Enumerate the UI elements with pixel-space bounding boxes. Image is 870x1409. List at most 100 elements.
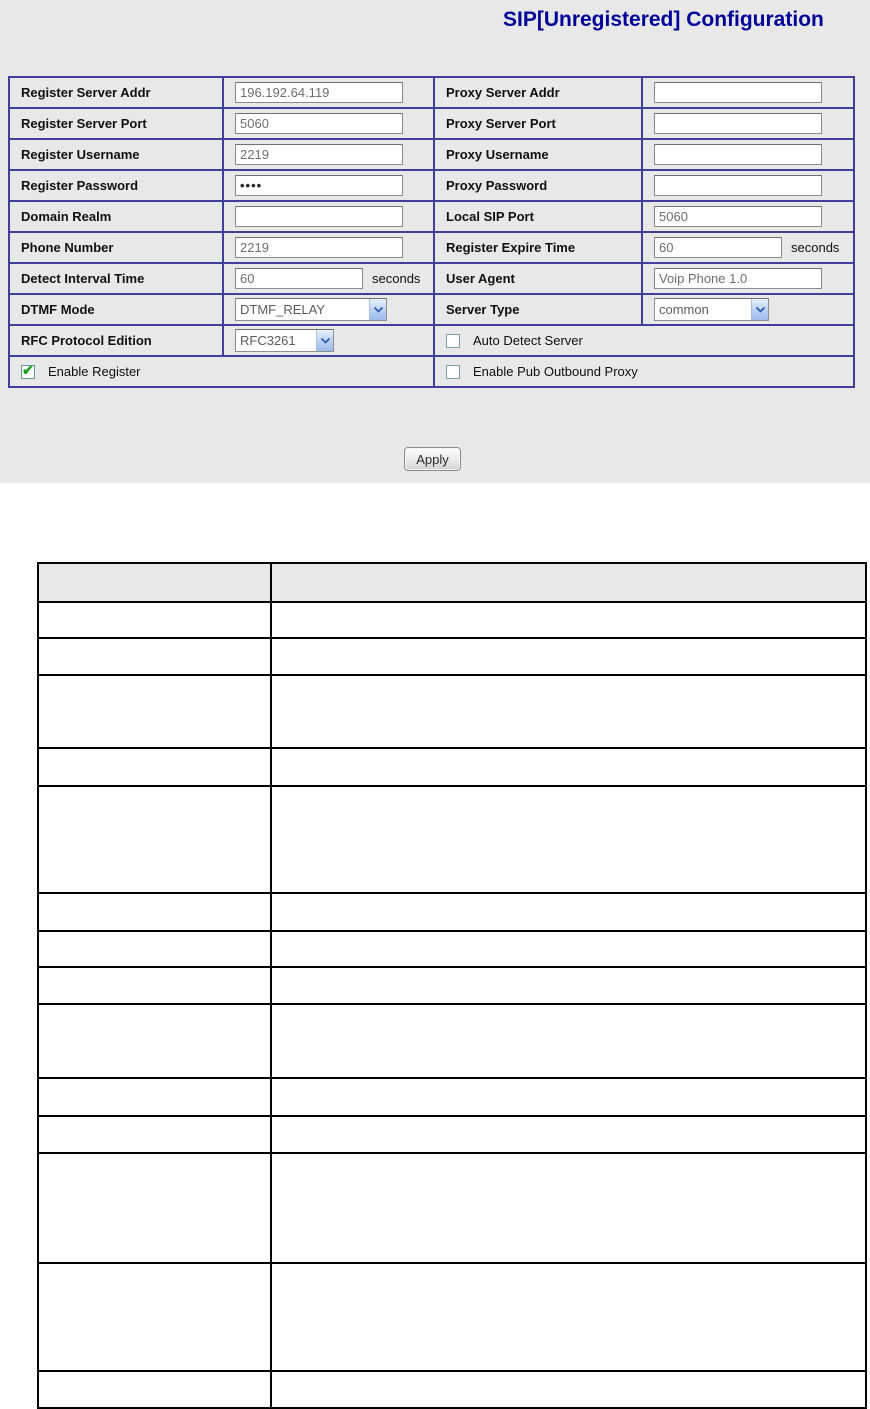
dtmf-mode-selected-value: DTMF_RELAY <box>240 302 325 317</box>
doc-table-row <box>37 1003 867 1079</box>
doc-term-cell <box>37 1077 272 1117</box>
doc-table-row <box>37 747 867 787</box>
register-username-input[interactable] <box>235 144 403 165</box>
detect-interval-seconds-suffix: seconds <box>372 271 421 286</box>
doc-term-cell <box>37 966 272 1005</box>
doc-table-row <box>37 601 867 639</box>
field-description-table <box>37 562 867 1409</box>
doc-desc-cell <box>270 892 867 932</box>
detect-interval-time-label: Detect Interval Time <box>8 262 224 295</box>
proxy-username-label: Proxy Username <box>433 138 643 171</box>
register-expire-time-input[interactable] <box>654 237 782 258</box>
doc-table-row <box>37 1152 867 1264</box>
form-row-server-addr: Register Server Addr Proxy Server Addr <box>8 76 855 109</box>
doc-desc-cell <box>270 1262 867 1372</box>
register-username-label: Register Username <box>8 138 224 171</box>
proxy-password-label: Proxy Password <box>433 169 643 202</box>
proxy-password-input[interactable] <box>654 175 822 196</box>
sip-config-panel: SIP[Unregistered] Configuration Register… <box>0 0 870 483</box>
doc-term-cell <box>37 1115 272 1154</box>
doc-desc-cell <box>270 601 867 639</box>
form-row-rfc-autodetect: RFC Protocol Edition RFC3261 Auto Detect… <box>8 324 855 357</box>
doc-desc-cell <box>270 785 867 894</box>
auto-detect-server-checkbox[interactable] <box>446 334 460 348</box>
domain-realm-label: Domain Realm <box>8 200 224 233</box>
doc-desc-cell <box>270 747 867 787</box>
chevron-down-icon <box>316 330 333 351</box>
doc-term-cell <box>37 1152 272 1264</box>
register-expire-time-label: Register Expire Time <box>433 231 643 264</box>
server-type-selected-value: common <box>659 302 709 317</box>
form-row-phone-number: Phone Number Register Expire Time second… <box>8 231 855 264</box>
doc-table-row <box>37 1262 867 1372</box>
form-row-detect-interval: Detect Interval Time seconds User Agent <box>8 262 855 295</box>
doc-term-cell <box>37 1003 272 1079</box>
doc-term-cell <box>37 601 272 639</box>
doc-table-row <box>37 1115 867 1154</box>
proxy-server-port-label: Proxy Server Port <box>433 107 643 140</box>
doc-desc-cell <box>270 1152 867 1264</box>
form-row-username: Register Username Proxy Username <box>8 138 855 171</box>
doc-desc-cell <box>270 1003 867 1079</box>
form-row-server-port: Register Server Port Proxy Server Port <box>8 107 855 140</box>
doc-term-cell <box>37 637 272 676</box>
register-server-addr-input[interactable] <box>235 82 403 103</box>
rfc-protocol-edition-select[interactable]: RFC3261 <box>235 329 334 352</box>
local-sip-port-label: Local SIP Port <box>433 200 643 233</box>
user-agent-input[interactable] <box>654 268 822 289</box>
doc-desc-cell <box>270 1115 867 1154</box>
doc-desc-cell <box>270 930 867 968</box>
register-server-port-label: Register Server Port <box>8 107 224 140</box>
apply-button[interactable]: Apply <box>404 447 461 471</box>
doc-term-cell <box>37 674 272 749</box>
server-type-select[interactable]: common <box>654 298 769 321</box>
doc-desc-cell <box>270 1077 867 1117</box>
register-server-addr-label: Register Server Addr <box>8 76 224 109</box>
local-sip-port-input[interactable] <box>654 206 822 227</box>
form-row-password: Register Password Proxy Password <box>8 169 855 202</box>
doc-term-cell <box>37 785 272 894</box>
doc-term-cell <box>37 892 272 932</box>
chevron-down-icon <box>751 299 768 320</box>
doc-table-row <box>37 1370 867 1409</box>
dtmf-mode-label: DTMF Mode <box>8 293 224 326</box>
server-type-label: Server Type <box>433 293 643 326</box>
enable-pub-outbound-proxy-checkbox[interactable] <box>446 365 460 379</box>
enable-register-checkbox[interactable] <box>21 362 35 379</box>
enable-pub-outbound-proxy-label: Enable Pub Outbound Proxy <box>473 364 638 379</box>
proxy-server-addr-input[interactable] <box>654 82 822 103</box>
doc-table-row <box>37 892 867 932</box>
doc-desc-cell <box>270 674 867 749</box>
form-row-enable-flags: Enable Register Enable Pub Outbound Prox… <box>8 355 855 388</box>
chevron-down-icon <box>369 299 386 320</box>
register-server-port-input[interactable] <box>235 113 403 134</box>
sip-config-form-table: Register Server Addr Proxy Server Addr R… <box>8 76 855 388</box>
phone-number-input[interactable] <box>235 237 403 258</box>
doc-desc-cell <box>270 637 867 676</box>
doc-table-row <box>37 637 867 676</box>
register-expire-seconds-suffix: seconds <box>791 240 840 255</box>
detect-interval-time-input[interactable] <box>235 268 363 289</box>
doc-term-cell <box>37 930 272 968</box>
proxy-server-addr-label: Proxy Server Addr <box>433 76 643 109</box>
doc-table-row <box>37 930 867 968</box>
doc-header-desc-cell <box>270 562 867 603</box>
proxy-username-input[interactable] <box>654 144 822 165</box>
domain-realm-input[interactable] <box>235 206 403 227</box>
auto-detect-server-label: Auto Detect Server <box>473 333 583 348</box>
phone-number-label: Phone Number <box>8 231 224 264</box>
dtmf-mode-select[interactable]: DTMF_RELAY <box>235 298 387 321</box>
doc-desc-cell <box>270 966 867 1005</box>
user-agent-label: User Agent <box>433 262 643 295</box>
rfc-protocol-selected-value: RFC3261 <box>240 333 296 348</box>
doc-table-header-row <box>37 562 867 603</box>
register-password-input[interactable] <box>235 175 403 196</box>
doc-term-cell <box>37 747 272 787</box>
doc-header-term-cell <box>37 562 272 603</box>
enable-register-label: Enable Register <box>48 364 141 379</box>
register-password-label: Register Password <box>8 169 224 202</box>
proxy-server-port-input[interactable] <box>654 113 822 134</box>
doc-desc-cell <box>270 1370 867 1409</box>
rfc-protocol-edition-label: RFC Protocol Edition <box>8 324 224 357</box>
form-row-domain-realm: Domain Realm Local SIP Port <box>8 200 855 233</box>
